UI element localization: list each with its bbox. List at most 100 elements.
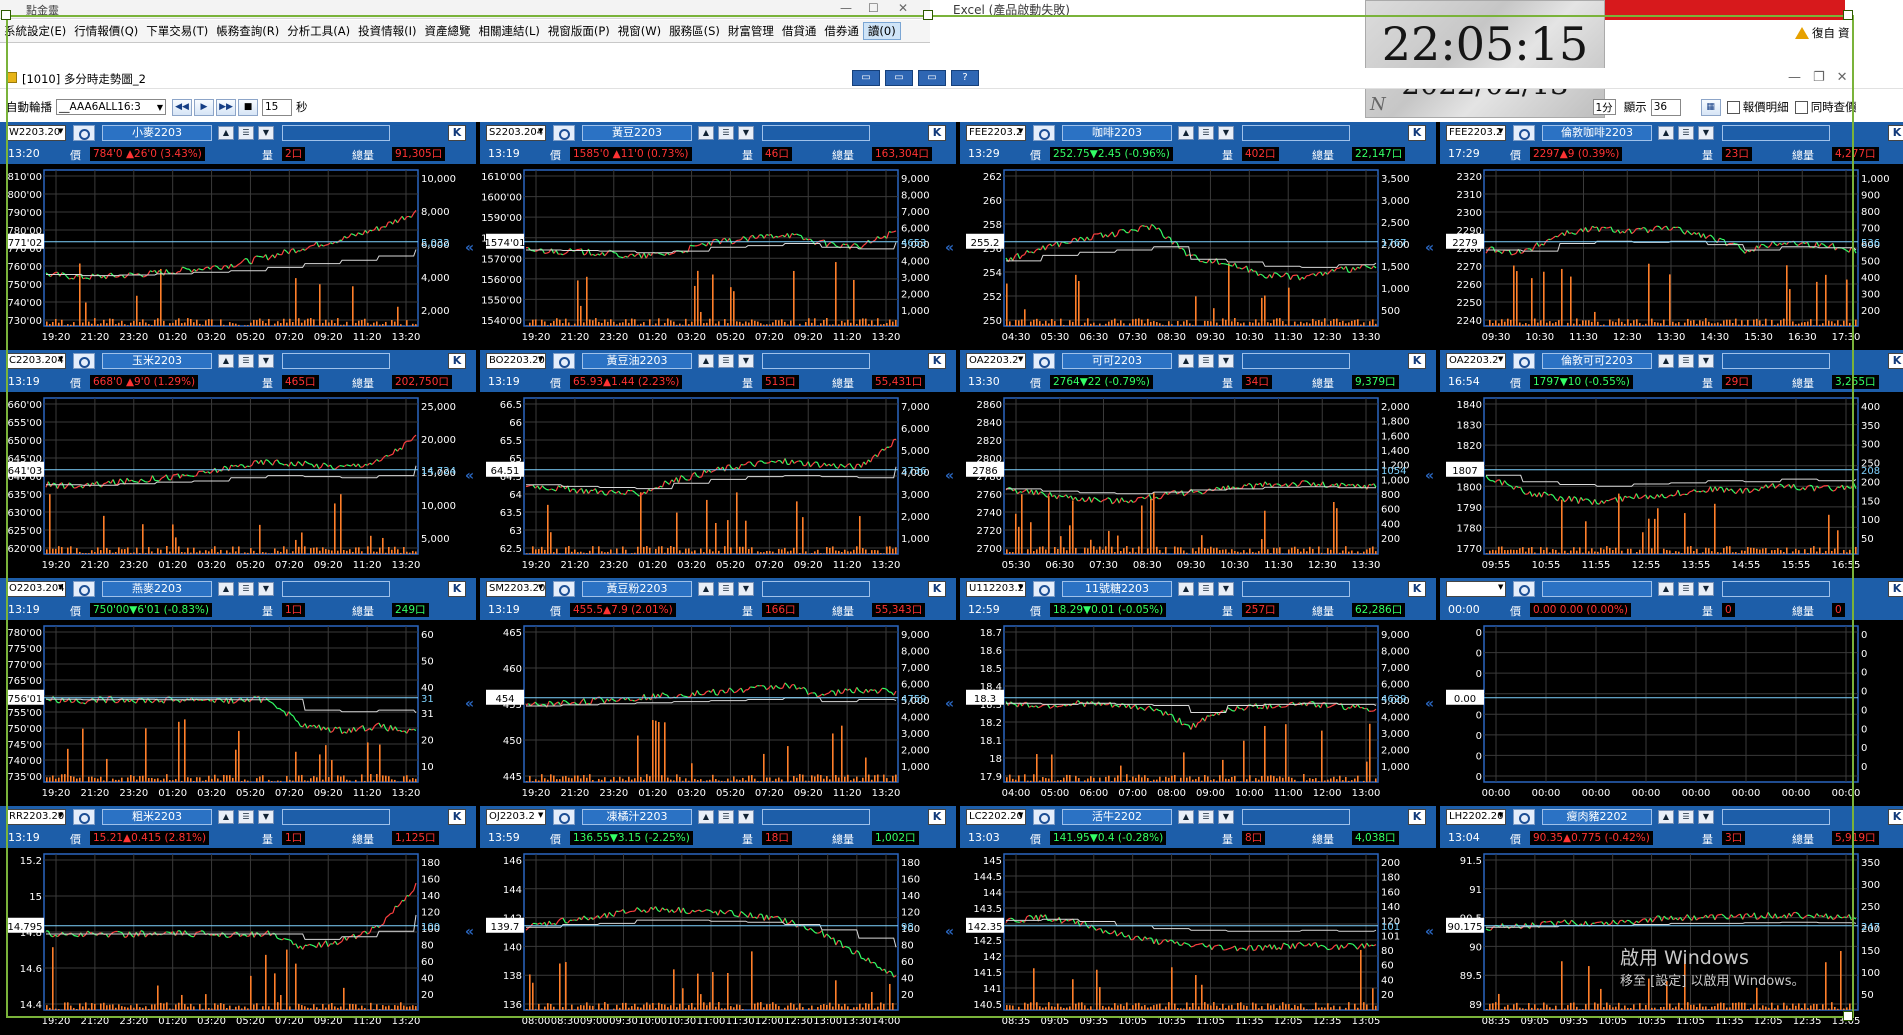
group-combo[interactable]: __AAA6ALL16:3 ▼ <box>56 99 166 115</box>
k-chart-button[interactable]: K <box>1408 125 1426 141</box>
collapse-chevron-icon[interactable]: « <box>465 924 474 940</box>
search-icon[interactable] <box>73 581 95 597</box>
chevron-down-icon[interactable]: ▼ <box>258 354 274 368</box>
up-arrow-icon[interactable]: ▲ <box>1178 354 1194 368</box>
right-tool-label[interactable]: 復自 <box>1812 25 1835 41</box>
up-arrow-icon[interactable]: ▲ <box>1658 582 1674 596</box>
symbol-input[interactable]: OA2203.2 <box>1446 353 1506 369</box>
search-icon[interactable] <box>73 809 95 825</box>
up-arrow-icon[interactable]: ▲ <box>1658 354 1674 368</box>
search-icon[interactable] <box>1513 125 1535 141</box>
symbol-input[interactable]: OA2203.2 <box>966 353 1026 369</box>
chevron-down-icon[interactable]: ▼ <box>1018 583 1023 591</box>
list-icon[interactable]: ☰ <box>718 582 734 596</box>
k-chart-button[interactable]: K <box>448 581 466 597</box>
menu-item[interactable]: 服務區(S) <box>665 23 724 39</box>
chevron-down-icon[interactable]: ▼ <box>1218 810 1234 824</box>
chevron-down-icon[interactable]: ▼ <box>1018 127 1023 135</box>
layout-button-1[interactable]: ▭ <box>852 70 880 86</box>
up-arrow-icon[interactable]: ▲ <box>698 126 714 140</box>
rewind-button[interactable]: ◀◀ <box>172 98 192 116</box>
up-arrow-icon[interactable]: ▲ <box>1178 810 1194 824</box>
subwindow-controls[interactable]: —❐✕ <box>1788 70 1860 85</box>
up-arrow-icon[interactable]: ▲ <box>698 582 714 596</box>
collapse-chevron-icon[interactable]: « <box>1425 240 1434 256</box>
up-arrow-icon[interactable]: ▲ <box>218 354 234 368</box>
list-icon[interactable]: ☰ <box>238 810 254 824</box>
menu-item[interactable]: 帳務查詢(R) <box>212 23 283 39</box>
list-icon[interactable]: ☰ <box>1678 126 1694 140</box>
up-arrow-icon[interactable]: ▲ <box>218 810 234 824</box>
menu-item[interactable]: 資產總覽 <box>420 23 474 39</box>
sync-checkbox[interactable]: 同時查價 <box>1794 99 1857 115</box>
k-chart-button[interactable]: K <box>448 809 466 825</box>
chevron-down-icon[interactable]: ▼ <box>1218 582 1234 596</box>
k-chart-button[interactable]: K <box>1888 353 1903 369</box>
fast-forward-button[interactable]: ▶▶ <box>216 98 236 116</box>
list-icon[interactable]: ☰ <box>238 126 254 140</box>
collapse-chevron-icon[interactable]: « <box>465 468 474 484</box>
chevron-down-icon[interactable]: ▼ <box>1498 583 1503 591</box>
interval-input[interactable]: 15 <box>262 98 292 116</box>
chevron-down-icon[interactable]: ▼ <box>538 355 543 363</box>
k-chart-button[interactable]: K <box>928 581 946 597</box>
chevron-down-icon[interactable]: ▼ <box>738 126 754 140</box>
collapse-chevron-icon[interactable]: « <box>945 240 954 256</box>
chevron-down-icon[interactable]: ▼ <box>538 811 543 819</box>
list-icon[interactable]: ☰ <box>238 354 254 368</box>
chevron-down-icon[interactable]: ▼ <box>1698 354 1714 368</box>
search-icon[interactable] <box>73 125 95 141</box>
k-chart-button[interactable]: K <box>928 125 946 141</box>
menu-item[interactable]: 下單交易(T) <box>142 23 212 39</box>
k-chart-button[interactable]: K <box>1408 353 1426 369</box>
menu-item[interactable]: 財富管理 <box>724 23 778 39</box>
search-icon[interactable] <box>553 125 575 141</box>
search-icon[interactable] <box>1033 125 1055 141</box>
chevron-down-icon[interactable]: ▼ <box>258 582 274 596</box>
collapse-chevron-icon[interactable]: « <box>945 924 954 940</box>
list-icon[interactable]: ☰ <box>1678 354 1694 368</box>
symbol-input[interactable]: W2203.20 <box>6 125 66 141</box>
chevron-down-icon[interactable]: ▼ <box>1698 582 1714 596</box>
search-icon[interactable] <box>73 353 95 369</box>
search-icon[interactable] <box>1513 581 1535 597</box>
up-arrow-icon[interactable]: ▲ <box>1658 126 1674 140</box>
k-chart-button[interactable]: K <box>1888 125 1903 141</box>
menu-item[interactable]: 投資情報(I) <box>354 23 420 39</box>
chevron-down-icon[interactable]: ▼ <box>738 582 754 596</box>
symbol-input[interactable]: BO2203.20 <box>486 353 546 369</box>
chevron-down-icon[interactable]: ▼ <box>538 127 543 135</box>
k-chart-button[interactable]: K <box>928 809 946 825</box>
menu-item[interactable]: 讀(0) <box>862 22 901 40</box>
chevron-down-icon[interactable]: ▼ <box>1218 354 1234 368</box>
grid-view-icon[interactable]: ▦ <box>1700 98 1721 116</box>
minimize-icon[interactable]: — <box>840 1 852 15</box>
chevron-down-icon[interactable]: ▼ <box>258 126 274 140</box>
menu-item[interactable]: 分析工具(A) <box>283 23 354 39</box>
collapse-chevron-icon[interactable]: « <box>945 468 954 484</box>
symbol-input[interactable]: FEE2203.2 <box>1446 125 1506 141</box>
play-button[interactable]: ▶ <box>194 98 214 116</box>
search-icon[interactable] <box>1513 353 1535 369</box>
list-icon[interactable]: ☰ <box>718 126 734 140</box>
collapse-chevron-icon[interactable]: « <box>1425 696 1434 712</box>
menu-item[interactable]: 行情報價(Q) <box>70 23 142 39</box>
k-chart-button[interactable]: K <box>928 353 946 369</box>
symbol-input[interactable] <box>1446 581 1506 597</box>
list-icon[interactable]: ☰ <box>1678 582 1694 596</box>
k-chart-button[interactable]: K <box>1408 809 1426 825</box>
up-arrow-icon[interactable]: ▲ <box>218 126 234 140</box>
symbol-input[interactable]: LC2202.20 <box>966 809 1026 825</box>
chevron-down-icon[interactable]: ▼ <box>1498 355 1503 363</box>
symbol-input[interactable]: FEE2203.2 <box>966 125 1026 141</box>
up-arrow-icon[interactable]: ▲ <box>698 354 714 368</box>
layout-button-2[interactable]: ▭ <box>885 70 913 86</box>
k-chart-button[interactable]: K <box>1888 581 1903 597</box>
stop-button[interactable]: ■ <box>238 98 258 116</box>
up-arrow-icon[interactable]: ▲ <box>1178 126 1194 140</box>
close-icon[interactable]: ✕ <box>898 1 908 15</box>
detail-checkbox[interactable]: 報價明細 <box>1726 99 1789 115</box>
menu-item[interactable]: 視窗(W) <box>614 23 665 39</box>
up-arrow-icon[interactable]: ▲ <box>218 582 234 596</box>
menu-item[interactable]: 系統設定(E) <box>0 23 70 39</box>
